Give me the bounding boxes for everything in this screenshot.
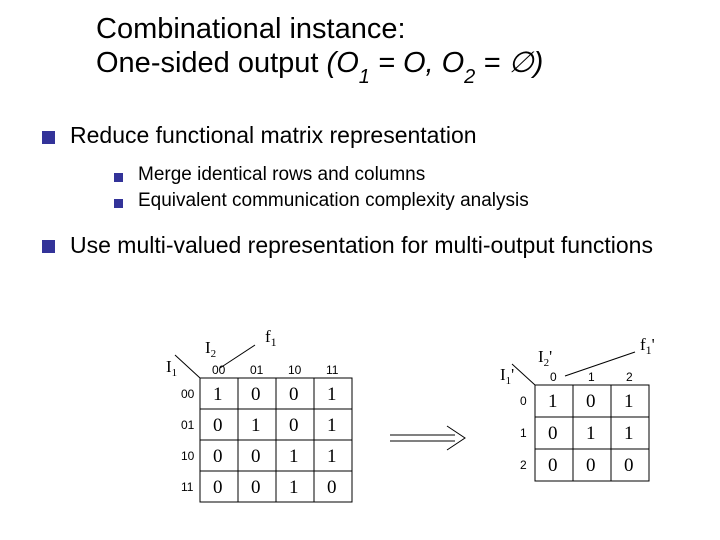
title-sub1: 1	[359, 66, 370, 88]
title-paren-o: (O	[327, 47, 359, 79]
cell: 1	[624, 423, 634, 444]
cell: 0	[548, 455, 558, 476]
cell: 1	[289, 446, 299, 467]
cell: 0	[327, 477, 337, 498]
cell: 1	[624, 391, 634, 412]
left-col-0: 00	[212, 363, 226, 377]
cell: 1	[289, 477, 299, 498]
cell: 1	[327, 415, 337, 436]
cell: 0	[289, 384, 299, 405]
f1p-label: f1'	[640, 335, 655, 357]
i2p-label: I2'	[538, 347, 552, 369]
f1-label: f1	[265, 327, 277, 349]
bullet-1b-text: Equivalent communication complexity anal…	[138, 190, 529, 212]
cell: 0	[586, 391, 596, 412]
right-cells: 1 0 1 0 1 1 0 0 0	[548, 391, 634, 476]
title-line1: Combinational instance:	[96, 13, 406, 45]
bullet-1a-text: Merge identical rows and columns	[138, 164, 425, 186]
cell: 1	[327, 446, 337, 467]
title-close: )	[534, 47, 544, 79]
cell: 1	[548, 391, 558, 412]
bullet-icon	[42, 131, 55, 144]
bullet-icon	[114, 173, 123, 182]
cell: 0	[548, 423, 558, 444]
cell: 0	[624, 455, 634, 476]
left-col-2: 10	[288, 363, 302, 377]
cell: 0	[213, 477, 223, 498]
cell: 1	[586, 423, 596, 444]
cell: 0	[586, 455, 596, 476]
bullet-icon	[42, 240, 55, 253]
right-col-1: 1	[588, 370, 595, 384]
cell: 0	[251, 384, 261, 405]
right-matrix: f1' I1' I2' 0 1 2 0 1 2 1 0 1 0 1 1 0 0 …	[480, 340, 700, 510]
left-row-3: 11	[181, 480, 194, 494]
left-row-0: 00	[181, 387, 195, 401]
title-line2-plain: One-sided output	[96, 47, 327, 79]
right-row-2: 2	[520, 458, 527, 472]
title-eq2: =	[475, 47, 508, 79]
i2-label: I2	[205, 338, 216, 360]
cell: 0	[213, 415, 223, 436]
bullet-icon	[114, 199, 123, 208]
right-col-0: 0	[550, 370, 557, 384]
cell: 0	[213, 446, 223, 467]
cell: 1	[213, 384, 223, 405]
arrow-icon	[385, 420, 475, 460]
left-row-1: 01	[181, 418, 195, 432]
cell: 1	[327, 384, 337, 405]
title-eq1: = O, O	[370, 47, 464, 79]
left-row-2: 10	[181, 449, 195, 463]
cell: 0	[251, 477, 261, 498]
right-col-2: 2	[626, 370, 633, 384]
slide-title: Combinational instance: One-sided output…	[96, 12, 543, 86]
f1p-leader-line	[565, 352, 635, 376]
cell: 1	[251, 415, 261, 436]
i1-label: I1	[166, 357, 177, 379]
left-cells: 1 0 0 1 0 1 0 1 0 0 1 1 0 0 1 0	[213, 384, 337, 498]
cell: 0	[289, 415, 299, 436]
left-col-1: 01	[250, 363, 264, 377]
i1p-label: I1'	[500, 365, 514, 387]
left-matrix: f1 I1 I2 00 01 10 11 00 01 10 11 1 0 0	[140, 330, 390, 520]
right-row-1: 1	[520, 426, 527, 440]
left-grid	[175, 355, 352, 502]
bullet-2-text: Use multi-valued representation for mult…	[70, 231, 670, 260]
cell: 0	[251, 446, 261, 467]
title-emptyset: ∅	[508, 47, 533, 79]
title-sub2: 2	[464, 66, 475, 88]
bullet-1-text: Reduce functional matrix representation	[70, 122, 477, 149]
right-row-0: 0	[520, 394, 527, 408]
left-col-3: 11	[326, 363, 339, 377]
